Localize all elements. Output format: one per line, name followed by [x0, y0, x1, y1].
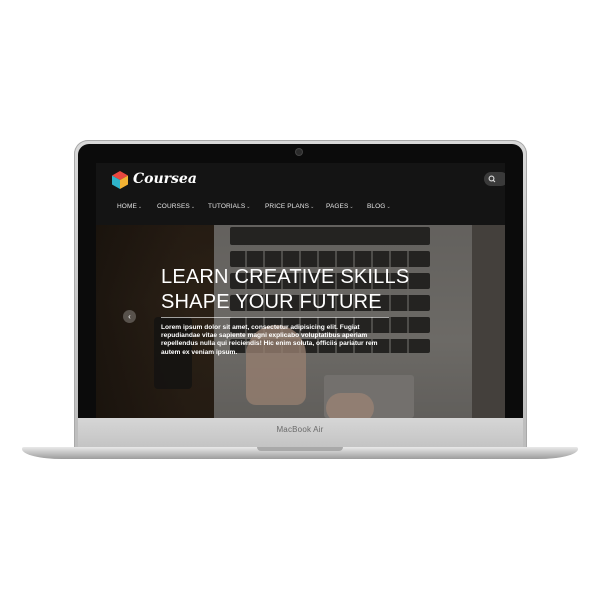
chevron-down-icon: ⌄ [137, 204, 143, 210]
nav-item-blog[interactable]: BLOG⌄ [367, 203, 391, 210]
slider-prev-button[interactable]: ‹ [123, 310, 136, 323]
nav-label: PAGES [326, 203, 349, 210]
chevron-down-icon: ⌄ [246, 204, 251, 210]
chevron-down-icon: ⌄ [310, 204, 315, 210]
hero-title: LEARN CREATIVE SKILLS SHAPE YOUR FUTURE [161, 265, 409, 315]
hero-title-line2: SHAPE YOUR FUTURE [161, 291, 382, 313]
nav-label: PRICE PLANS [265, 203, 310, 210]
device-brand: MacBook Air [276, 425, 324, 434]
search-icon [488, 175, 496, 183]
camera-icon [296, 149, 302, 155]
hero-description: Lorem ipsum dolor sit amet, consectetur … [161, 324, 378, 356]
chevron-down-icon: ⌄ [349, 204, 354, 210]
nav-item-pages[interactable]: PAGES⌄ [326, 203, 354, 210]
hero-title-line1: LEARN CREATIVE SKILLS [161, 266, 410, 288]
nav-item-tutorials[interactable]: TUTORIALS⌄ [208, 203, 251, 210]
website-screen: Coursea HOME⌄ COURSES⌄ TUTORIALS⌄ PRICE … [96, 163, 505, 418]
site-header: Coursea HOME⌄ COURSES⌄ TUTORIALS⌄ PRICE … [96, 163, 505, 225]
nav-label: BLOG [367, 203, 386, 210]
nav-item-price-plans[interactable]: PRICE PLANS⌄ [265, 203, 314, 210]
nav-label: HOME [117, 203, 137, 210]
nav-item-courses[interactable]: COURSES⌄ [157, 203, 195, 210]
hero-overlay [96, 225, 505, 418]
laptop-notch [257, 447, 343, 451]
hero-divider [161, 317, 389, 318]
chevron-down-icon: ⌄ [190, 204, 196, 210]
hero-slider: ‹ LEARN CREATIVE SKILLS SHAPE YOUR FUTUR… [96, 225, 505, 418]
laptop-chin [78, 418, 523, 450]
logo-text[interactable]: Coursea [133, 171, 197, 187]
search-button[interactable] [484, 172, 505, 186]
chevron-down-icon: ⌄ [386, 204, 391, 210]
nav-item-home[interactable]: HOME⌄ [117, 203, 142, 210]
nav-label: COURSES [157, 203, 190, 210]
nav-label: TUTORIALS [208, 203, 246, 210]
logo-icon [112, 171, 128, 189]
